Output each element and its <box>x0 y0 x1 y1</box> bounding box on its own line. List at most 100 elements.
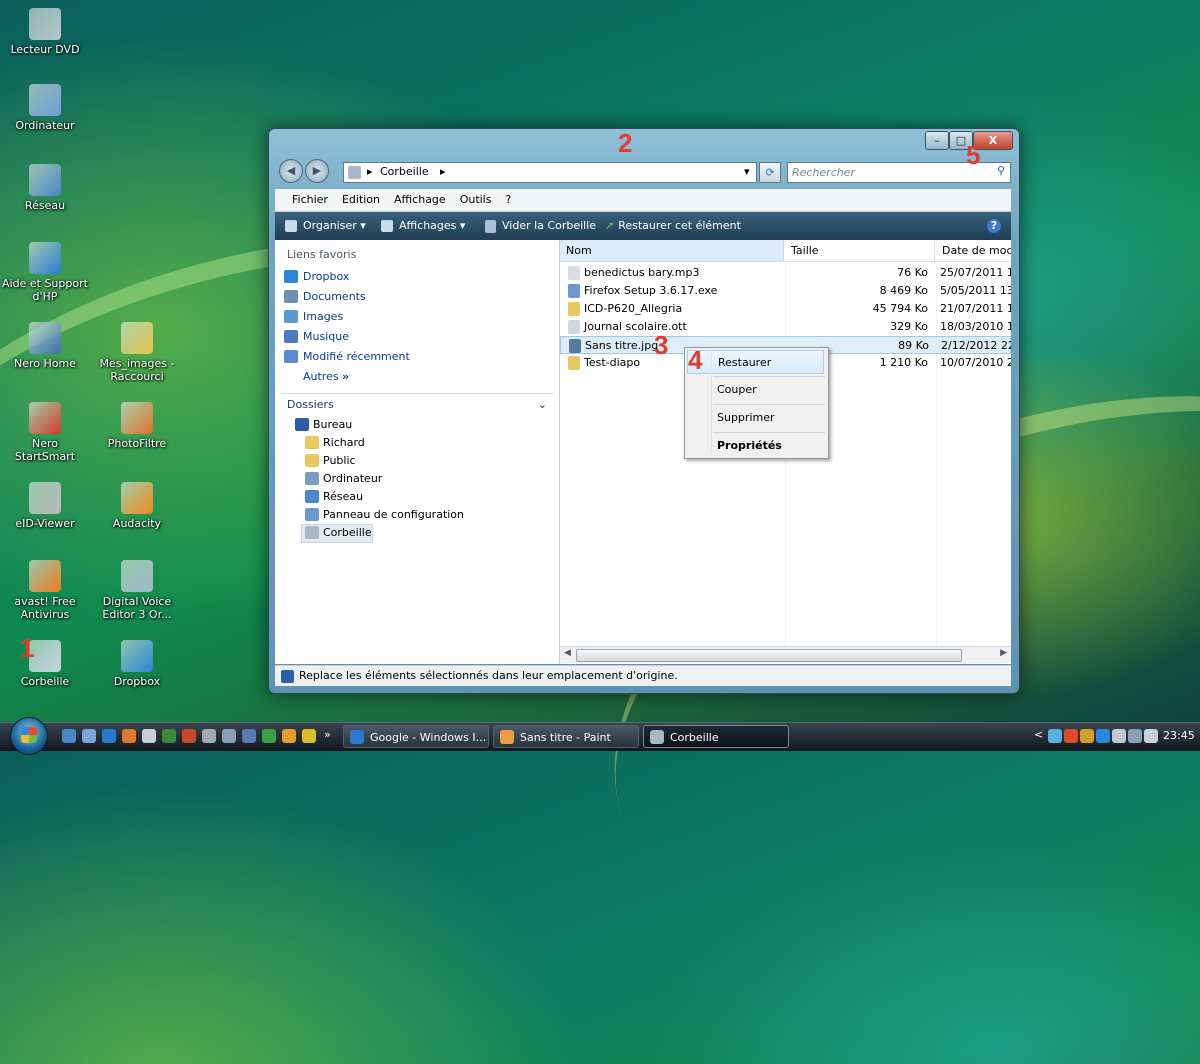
fav-documents[interactable]: Documents <box>275 287 559 307</box>
start-button[interactable] <box>10 717 48 755</box>
file-row[interactable]: ICD-P620_Allegria45 794 Ko21/07/2011 17: <box>560 300 1011 318</box>
menu-bar: Fichier Edition Affichage Outils? <box>275 189 1011 212</box>
paint-icon <box>500 730 514 744</box>
tree-control-panel[interactable]: Panneau de configuration <box>275 506 559 524</box>
tray-expand-icon[interactable]: < <box>1034 728 1043 741</box>
fav-dropbox[interactable]: Dropbox <box>275 267 559 287</box>
tree-richard[interactable]: Richard <box>275 434 559 452</box>
desktop-icon-photofiltre[interactable]: PhotoFiltre <box>94 402 180 450</box>
desktop-icon-mes-images[interactable]: Mes_images - Raccourci <box>94 322 180 383</box>
printer-icon[interactable] <box>142 729 156 743</box>
desktop-icon-avast[interactable]: avast! Free Antivirus <box>2 560 88 621</box>
fav-images[interactable]: Images <box>275 307 559 327</box>
column-date[interactable]: Date de modif <box>936 240 1011 261</box>
refresh-button[interactable]: ⟳ <box>759 162 781 183</box>
views-icon <box>381 220 393 232</box>
menu-outils[interactable]: Outils <box>453 189 499 211</box>
organiser-button[interactable]: Organiser ▾ <box>285 212 366 240</box>
task-corbeille[interactable]: Corbeille <box>643 725 789 748</box>
chevron-down-icon[interactable]: ⌄ <box>538 394 547 416</box>
eid-viewer-icon <box>29 482 61 514</box>
excel-icon[interactable] <box>262 729 276 743</box>
menu-help[interactable]: ? <box>498 189 518 211</box>
restore-item-button[interactable]: ➚ Restaurer cet élément <box>605 212 741 240</box>
back-button[interactable]: ◀ <box>279 159 303 183</box>
menu-restaurer[interactable]: Restaurer <box>687 350 824 374</box>
desktop-icon-dvd[interactable]: Lecteur DVD <box>2 8 88 56</box>
desktop-icon-dropbox[interactable]: Dropbox <box>94 640 180 688</box>
help-icon[interactable]: ? <box>987 219 1001 233</box>
address-path[interactable]: Corbeille <box>380 165 429 178</box>
quicklaunch-chevron[interactable]: » <box>324 728 331 741</box>
tray-icon[interactable] <box>1048 729 1062 743</box>
ie-icon[interactable] <box>102 729 116 743</box>
tray-icon[interactable] <box>1064 729 1078 743</box>
fav-musique[interactable]: Musique <box>275 327 559 347</box>
desktop-icon-digital-voice[interactable]: Digital Voice Editor 3 Or... <box>94 560 180 621</box>
menu-fichier[interactable]: Fichier <box>285 189 335 211</box>
file-row[interactable]: Firefox Setup 3.6.17.exe 8 469 Ko 5/05/201… <box>560 282 1011 300</box>
menu-proprietes[interactable]: Propriétés <box>687 434 824 458</box>
fav-more[interactable]: Autres » <box>275 367 559 387</box>
menu-supprimer[interactable]: Supprimer <box>687 406 824 430</box>
address-arrow[interactable]: ▸ <box>440 165 446 178</box>
minimize-button[interactable]: – <box>925 131 949 150</box>
tree-reseau[interactable]: Réseau <box>275 488 559 506</box>
task-paint[interactable]: Sans titre - Paint <box>493 725 639 748</box>
network-tray-icon[interactable] <box>1128 729 1142 743</box>
scroll-left-icon[interactable]: ◀ <box>564 648 571 658</box>
tray-icon[interactable] <box>1112 729 1126 743</box>
media-player-icon[interactable] <box>302 729 316 743</box>
column-headers: Nom Taille Date de modif <box>560 240 1011 262</box>
tree-ordinateur[interactable]: Ordinateur <box>275 470 559 488</box>
file-row[interactable]: Journal scolaire.ott329 Ko18/03/2010 18: <box>560 318 1011 336</box>
menu-affichage[interactable]: Affichage <box>387 189 453 211</box>
task-google-ie[interactable]: Google - Windows I... <box>343 725 489 748</box>
desktop-icon-network[interactable]: Réseau <box>2 164 88 212</box>
app-icon[interactable] <box>282 729 296 743</box>
app-icon[interactable] <box>182 729 196 743</box>
tree-public[interactable]: Public <box>275 452 559 470</box>
scroll-right-icon[interactable]: ▶ <box>1000 648 1007 658</box>
app-icon[interactable] <box>222 729 236 743</box>
address-arrow[interactable]: ▸ <box>367 165 373 178</box>
volume-icon[interactable] <box>1144 729 1158 743</box>
desktop-icon-recycle-bin[interactable]: Corbeille <box>2 640 88 688</box>
address-bar[interactable]: ▸ Corbeille ▸ ▾ <box>343 162 757 183</box>
empty-bin-button[interactable]: Vider la Corbeille <box>485 212 596 240</box>
desktop-icon-nero-startsmart[interactable]: Nero StartSmart <box>2 402 88 463</box>
file-row[interactable]: benedictus bary.mp376 Ko25/07/2011 19: <box>560 264 1011 282</box>
firefox-icon[interactable] <box>122 729 136 743</box>
affichages-button[interactable]: Affichages ▾ <box>381 212 465 240</box>
desktop-icon-nero-home[interactable]: Nero Home <box>2 322 88 370</box>
forward-button[interactable]: ▶ <box>305 159 329 183</box>
search-input[interactable]: Rechercher <box>792 166 855 179</box>
search-icon[interactable]: ⚲ <box>997 164 1005 177</box>
desktop-icon-computer[interactable]: Ordinateur <box>2 84 88 132</box>
app-icon[interactable] <box>242 729 256 743</box>
fav-recent[interactable]: Modifié récemment <box>275 347 559 367</box>
desktop-icon-hp-help[interactable]: Aide et Support d'HP <box>2 242 88 303</box>
computer-icon <box>29 84 61 116</box>
menu-edition[interactable]: Edition <box>335 189 387 211</box>
tray-icon[interactable] <box>1080 729 1094 743</box>
tray-icon[interactable] <box>1096 729 1110 743</box>
switch-windows-icon[interactable] <box>82 729 96 743</box>
clock[interactable]: 23:45 <box>1163 729 1195 742</box>
tree-bureau[interactable]: Bureau <box>275 416 559 434</box>
tree-corbeille[interactable]: Corbeille <box>275 524 559 543</box>
horizontal-scrollbar[interactable]: ◀ ▶ <box>560 646 1011 663</box>
app-icon[interactable] <box>202 729 216 743</box>
address-dropdown-icon[interactable]: ▾ <box>744 165 750 178</box>
avast-icon <box>29 560 61 592</box>
column-taille[interactable]: Taille <box>785 240 935 261</box>
menu-couper[interactable]: Couper <box>687 378 824 402</box>
recent-icon <box>284 350 298 363</box>
app-icon[interactable] <box>162 729 176 743</box>
desktop-icon-eid-viewer[interactable]: eID-Viewer <box>2 482 88 530</box>
desktop-icon-audacity[interactable]: Audacity <box>94 482 180 530</box>
show-desktop-icon[interactable] <box>62 729 76 743</box>
column-nom[interactable]: Nom <box>560 240 784 261</box>
scrollbar-thumb[interactable] <box>576 649 962 662</box>
folders-header[interactable]: Dossiers ⌄ <box>281 393 553 416</box>
